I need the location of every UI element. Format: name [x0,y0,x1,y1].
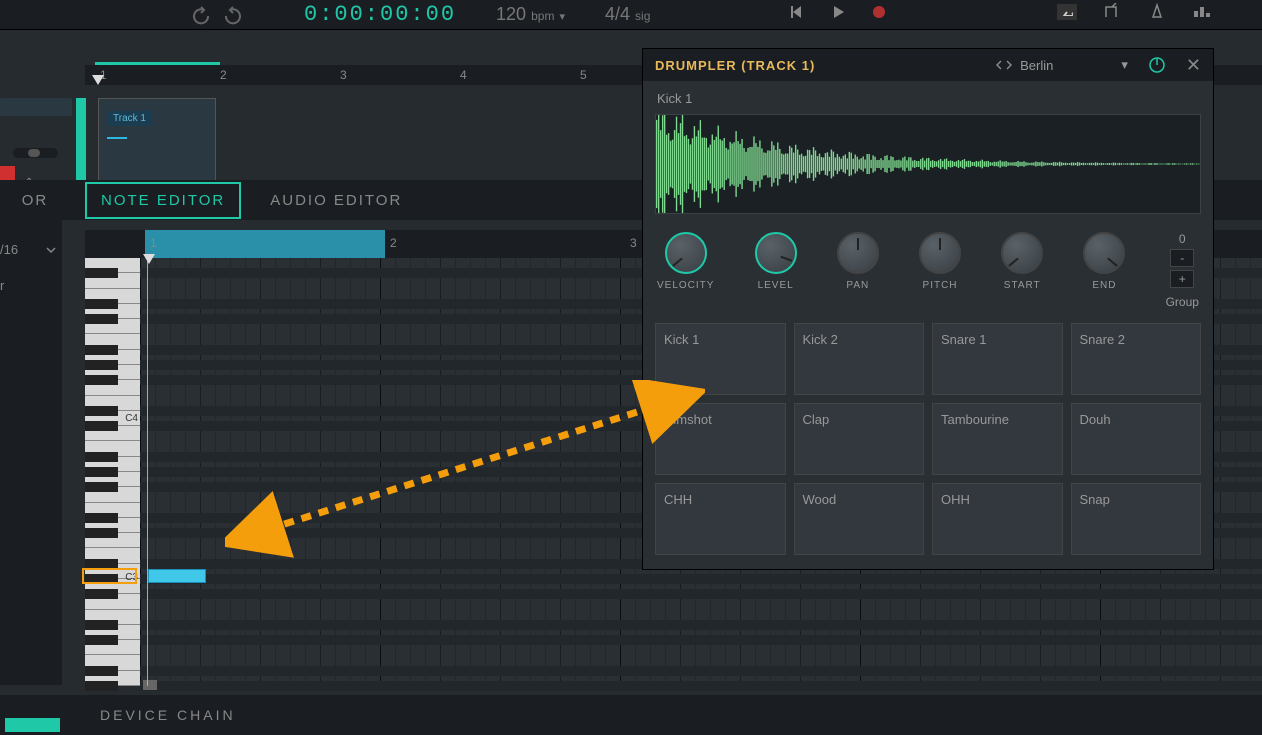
drumpler-panel: DRUMPLER (TRACK 1) Berlin ▾ ✕ Kick 1 VEL… [642,48,1214,570]
device-chain-label[interactable]: DEVICE CHAIN [100,707,236,723]
loop-icon[interactable] [1057,4,1077,20]
track-accent [76,98,86,190]
tempo-icon[interactable] [1147,3,1167,21]
close-icon[interactable]: ✕ [1186,55,1201,76]
knob-end[interactable]: END [1083,232,1125,291]
loop-region[interactable] [145,230,385,258]
track-volume-slider[interactable] [13,148,58,158]
pad-kick2[interactable]: Kick 2 [794,323,925,395]
pad-snap[interactable]: Snap [1071,483,1202,555]
piano-playhead-marker[interactable] [143,254,155,264]
clip-label: Track 1 [107,111,152,126]
midi-note-c3[interactable] [148,569,206,583]
preset-arrows-icon[interactable] [996,59,1012,71]
device-chain-accent [5,718,60,732]
top-right-controls [789,3,1212,21]
clip-preview-note [107,137,127,139]
tab-audio-editor[interactable]: AUDIO EDITOR [256,184,416,217]
record-icon[interactable] [871,4,887,20]
knob-pan[interactable]: PAN [837,232,879,291]
group-control: 0 - + Group [1166,232,1199,309]
sample-name: Kick 1 [643,81,1213,110]
group-plus-button[interactable]: + [1170,270,1194,288]
power-icon[interactable] [1148,56,1166,74]
pad-clap[interactable]: Clap [794,403,925,475]
zoom-scroll-handle[interactable] [143,680,157,690]
pad-rimshot[interactable]: Rimshot [655,403,786,475]
piano-keyboard[interactable]: C4C3 [85,258,140,686]
knob-start[interactable]: START [1001,232,1043,291]
drumpler-title: DRUMPLER (TRACK 1) [655,58,815,73]
pad-snare1[interactable]: Snare 1 [932,323,1063,395]
undo-icon[interactable] [190,4,212,26]
knob-pitch[interactable]: PITCH [919,232,961,291]
preset-selector[interactable]: Berlin ▾ [996,57,1128,73]
chevron-down-icon[interactable] [45,244,57,256]
pad-tambourine[interactable]: Tambourine [932,403,1063,475]
editor-tab-truncated[interactable]: OR [0,192,70,209]
time-signature[interactable]: 4/4 sig [605,4,650,25]
knob-row: VELOCITY LEVEL PAN PITCH START END 0 - +… [643,224,1213,323]
track-header-box[interactable] [0,98,72,116]
playhead-marker[interactable] [92,75,104,85]
snap-value[interactable]: /16 [0,242,18,257]
pad-wood[interactable]: Wood [794,483,925,555]
note-r: r [0,278,4,293]
export-icon[interactable] [1102,3,1122,21]
track-record-arm[interactable] [0,166,15,181]
group-minus-button[interactable]: - [1170,249,1194,267]
bpm-display[interactable]: 120 bpm ▾ [496,4,565,25]
top-toolbar: 0:00:00:00 120 bpm ▾ 4/4 sig [0,0,1262,30]
undo-redo-group [190,4,244,26]
pad-ohh[interactable]: OHH [932,483,1063,555]
drum-pad-grid: Kick 1 Kick 2 Snare 1 Snare 2 Rimshot Cl… [643,323,1213,569]
slider-thumb[interactable] [28,149,40,157]
time-display: 0:00:00:00 [304,2,456,27]
device-chain-bar: DEVICE CHAIN [0,695,1262,735]
play-icon[interactable] [830,4,846,20]
c3-highlight [82,568,137,584]
pad-kick1[interactable]: Kick 1 [655,323,786,395]
knob-level[interactable]: LEVEL [755,232,797,291]
rewind-icon[interactable] [789,4,805,20]
waveform-display[interactable] [655,114,1201,214]
tab-note-editor[interactable]: NOTE EDITOR [85,182,241,219]
pad-douh[interactable]: Douh [1071,403,1202,475]
redo-icon[interactable] [222,4,244,26]
playhead-line [147,258,148,686]
midi-clip[interactable]: Track 1 [98,98,216,190]
pad-snare2[interactable]: Snare 2 [1071,323,1202,395]
drumpler-header: DRUMPLER (TRACK 1) Berlin ▾ ✕ [643,49,1213,81]
pad-chh[interactable]: CHH [655,483,786,555]
mixer-icon[interactable] [1192,3,1212,21]
note-editor-side-panel: /16 r [0,220,62,685]
knob-velocity[interactable]: VELOCITY [657,232,714,291]
